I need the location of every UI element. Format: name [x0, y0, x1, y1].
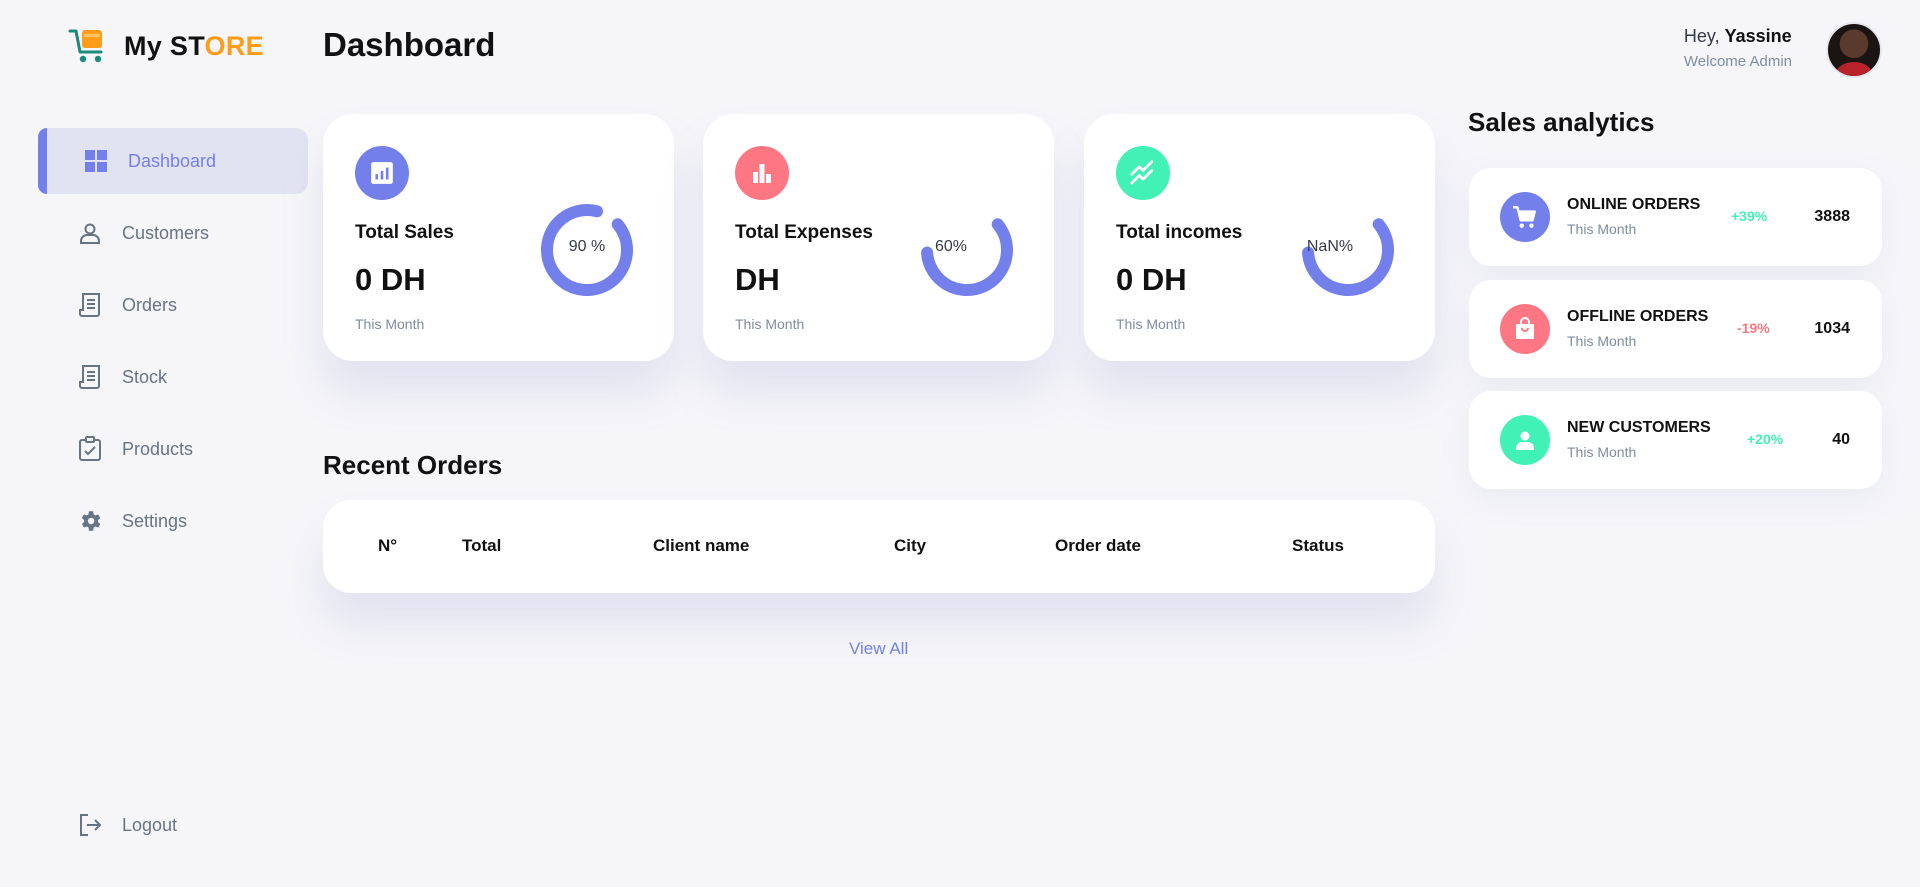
- sidebar-item-label: Stock: [122, 366, 168, 387]
- column-header[interactable]: Client name: [653, 536, 749, 556]
- cart-icon: [1500, 192, 1550, 242]
- analytics-title: OFFLINE ORDERS: [1567, 308, 1709, 325]
- person-icon: [1500, 415, 1550, 465]
- person-icon: [76, 219, 104, 247]
- analytics-subtitle: This Month: [1567, 444, 1637, 460]
- card-subtitle: This Month: [355, 316, 425, 332]
- column-header[interactable]: Status: [1292, 536, 1344, 556]
- column-header[interactable]: Order date: [1055, 536, 1141, 556]
- brand-logo[interactable]: My STORE: [68, 26, 264, 66]
- sidebar-item-dashboard[interactable]: Dashboard: [38, 128, 308, 194]
- analytics-title: NEW CUSTOMERS: [1567, 419, 1711, 436]
- analytics-item-offline-orders[interactable]: OFFLINE ORDERS This Month -19% 1034: [1469, 280, 1882, 378]
- sales-analytics-title: Sales analytics: [1468, 107, 1655, 137]
- analytics-percent: +39%: [1731, 208, 1768, 224]
- page-title: Dashboard: [323, 26, 496, 63]
- orders-table: N° Total Client name City Order date Sta…: [323, 500, 1435, 593]
- progress-label: 60%: [934, 238, 968, 255]
- column-header[interactable]: City: [894, 536, 926, 556]
- column-header[interactable]: Total: [462, 536, 501, 556]
- user-role: Welcome Admin: [1683, 53, 1792, 70]
- shopping-cart-icon: [68, 29, 103, 63]
- logout-button[interactable]: Logout: [38, 792, 308, 858]
- user-name: Yassine: [1724, 26, 1792, 46]
- receipt-icon: [76, 291, 104, 319]
- analytics-percent: -19%: [1737, 320, 1770, 336]
- logout-container: Logout: [38, 792, 308, 864]
- sidebar-item-label: Products: [122, 438, 194, 459]
- sidebar-item-settings[interactable]: Settings: [38, 488, 308, 554]
- analytics-item-online-orders[interactable]: ONLINE ORDERS This Month +39% 3888: [1469, 168, 1882, 266]
- analytics-value: 1034: [1814, 320, 1850, 337]
- sidebar-item-label: Dashboard: [128, 150, 217, 171]
- grid-icon: [82, 147, 110, 175]
- analytics-title: ONLINE ORDERS: [1567, 196, 1701, 213]
- progress-label: NaN%: [1306, 238, 1354, 255]
- avatar[interactable]: [1826, 22, 1882, 78]
- analytics-item-new-customers[interactable]: NEW CUSTOMERS This Month +20% 40: [1469, 391, 1882, 489]
- recent-orders-title: Recent Orders: [323, 450, 503, 480]
- gear-icon: [76, 507, 104, 535]
- brand-name: My STORE: [124, 30, 264, 61]
- sidebar-item-label: Customers: [122, 222, 210, 243]
- card-subtitle: This Month: [1116, 316, 1186, 332]
- chart-icon: [355, 146, 409, 200]
- sidebar-item-orders[interactable]: Orders: [38, 272, 308, 338]
- analytics-percent: +20%: [1747, 431, 1784, 447]
- analytics-value: 3888: [1814, 208, 1850, 225]
- analytics-subtitle: This Month: [1567, 333, 1637, 349]
- receipt-icon: [76, 363, 104, 391]
- view-all-link[interactable]: View All: [849, 639, 908, 659]
- bar-chart-icon: [735, 146, 789, 200]
- sidebar-item-stock[interactable]: Stock: [38, 344, 308, 410]
- profile-info: Hey, Yassine Welcome Admin: [1684, 22, 1792, 70]
- logout-label: Logout: [122, 814, 178, 835]
- logout-icon: [76, 811, 104, 839]
- analytics-subtitle: This Month: [1567, 221, 1637, 237]
- sidebar-item-label: Settings: [122, 510, 188, 531]
- progress-label: 90 %: [568, 238, 606, 255]
- card-total-expenses: Total Expenses DH This Month 60%: [703, 114, 1054, 361]
- sidebar-item-products[interactable]: Products: [38, 416, 308, 482]
- trend-icon: [1116, 146, 1170, 200]
- card-total-sales: Total Sales 0 DH This Month 90 %: [323, 114, 674, 361]
- sidebar-item-label: Orders: [122, 294, 178, 315]
- profile[interactable]: Hey, Yassine Welcome Admin: [1684, 22, 1882, 78]
- card-total-incomes: Total incomes 0 DH This Month NaN%: [1084, 114, 1435, 361]
- clipboard-check-icon: [76, 435, 104, 463]
- greeting: Hey, Yassine: [1683, 26, 1792, 46]
- bag-icon: [1500, 304, 1550, 354]
- analytics-value: 40: [1832, 431, 1850, 448]
- sidebar-item-customers[interactable]: Customers: [38, 200, 308, 266]
- sidebar-nav: Dashboard Customers Orders Stock Product…: [38, 128, 308, 560]
- column-header[interactable]: N°: [378, 536, 397, 556]
- card-subtitle: This Month: [735, 316, 805, 332]
